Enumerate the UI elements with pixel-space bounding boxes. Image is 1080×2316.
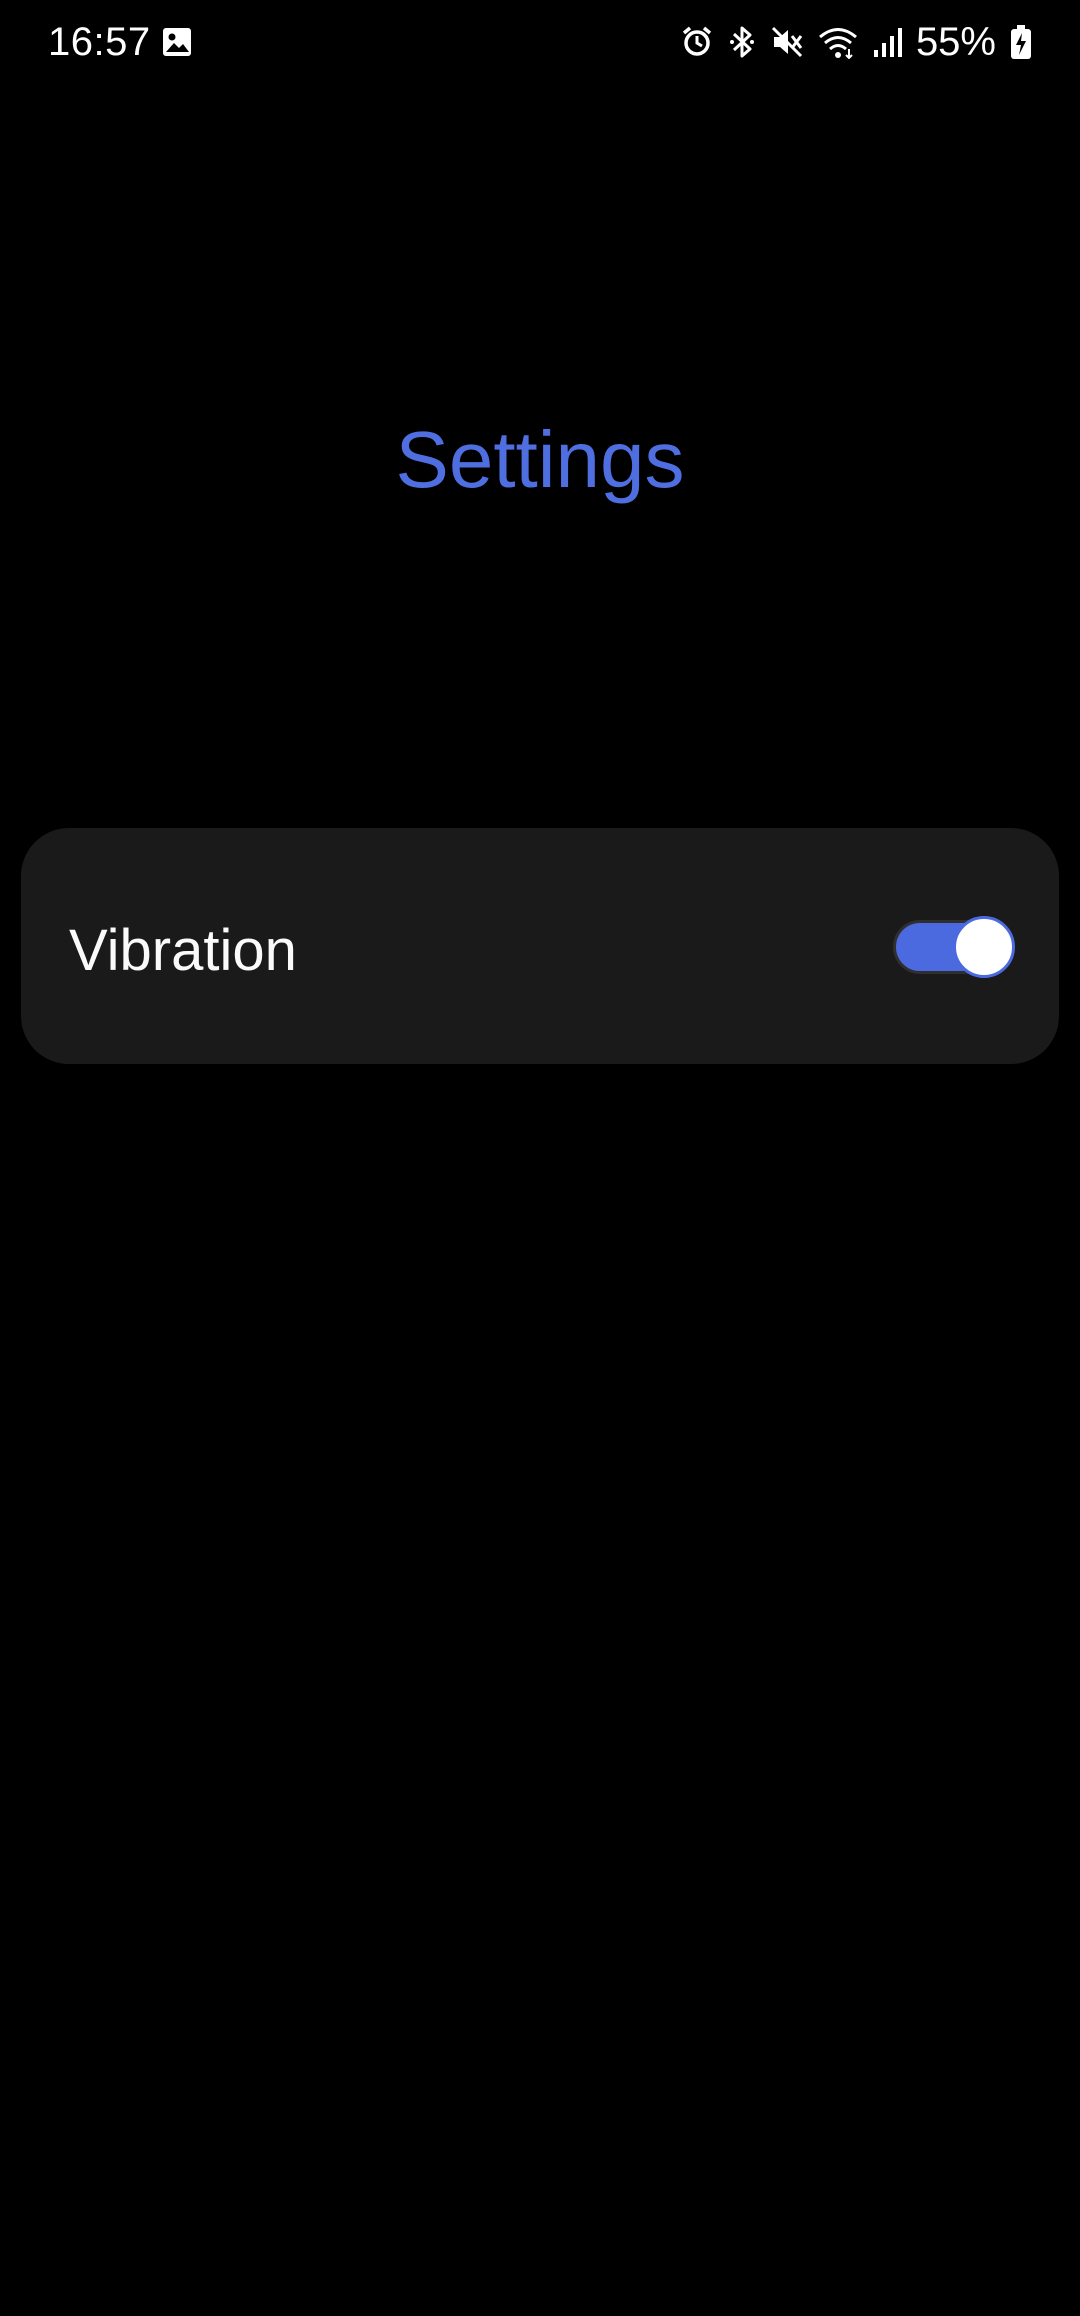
alarm-icon bbox=[680, 25, 714, 59]
vibration-label: Vibration bbox=[69, 918, 297, 983]
battery-percentage: 55% bbox=[915, 20, 996, 64]
muted-icon bbox=[770, 25, 804, 59]
signal-icon bbox=[872, 25, 902, 59]
vibration-toggle[interactable] bbox=[893, 916, 1017, 978]
battery-charging-icon bbox=[1010, 24, 1032, 60]
status-icons: 55% bbox=[680, 17, 1032, 67]
status-time: 16:57 bbox=[48, 20, 151, 64]
toggle-thumb bbox=[953, 916, 1015, 978]
page-title: Settings bbox=[395, 415, 685, 504]
status-bar: 16:57 55% bbox=[0, 0, 1080, 84]
wifi-icon bbox=[818, 25, 858, 59]
vibration-setting-row[interactable]: Vibration bbox=[21, 828, 1059, 1064]
bluetooth-icon bbox=[728, 24, 756, 60]
gallery-icon bbox=[161, 25, 193, 59]
